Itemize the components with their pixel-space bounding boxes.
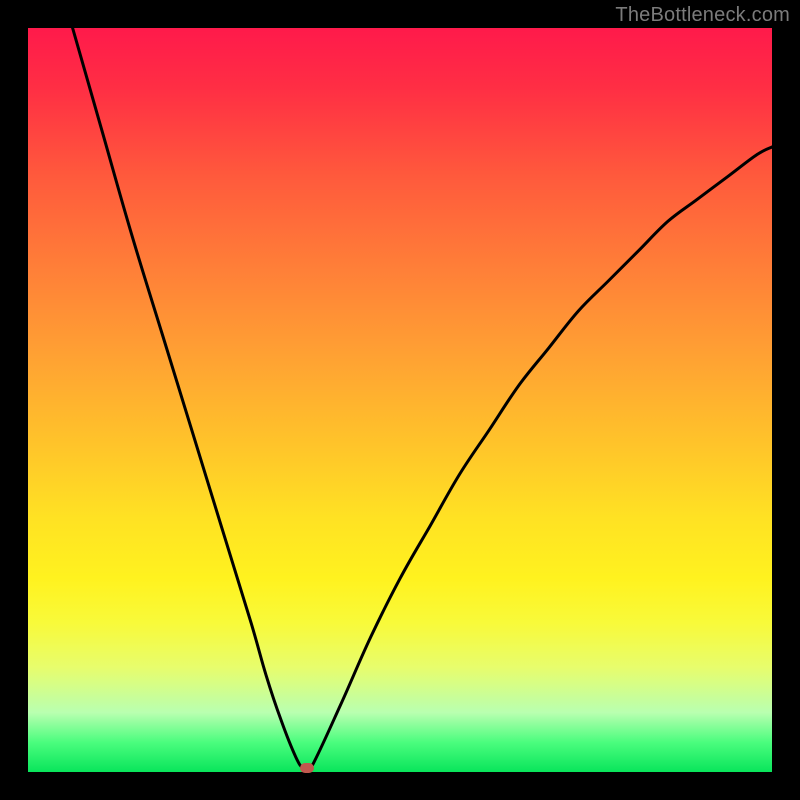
chart-frame: TheBottleneck.com <box>0 0 800 800</box>
optimum-marker <box>300 763 314 773</box>
bottleneck-curve <box>28 28 772 772</box>
plot-area <box>28 28 772 772</box>
attribution-text: TheBottleneck.com <box>615 4 790 27</box>
